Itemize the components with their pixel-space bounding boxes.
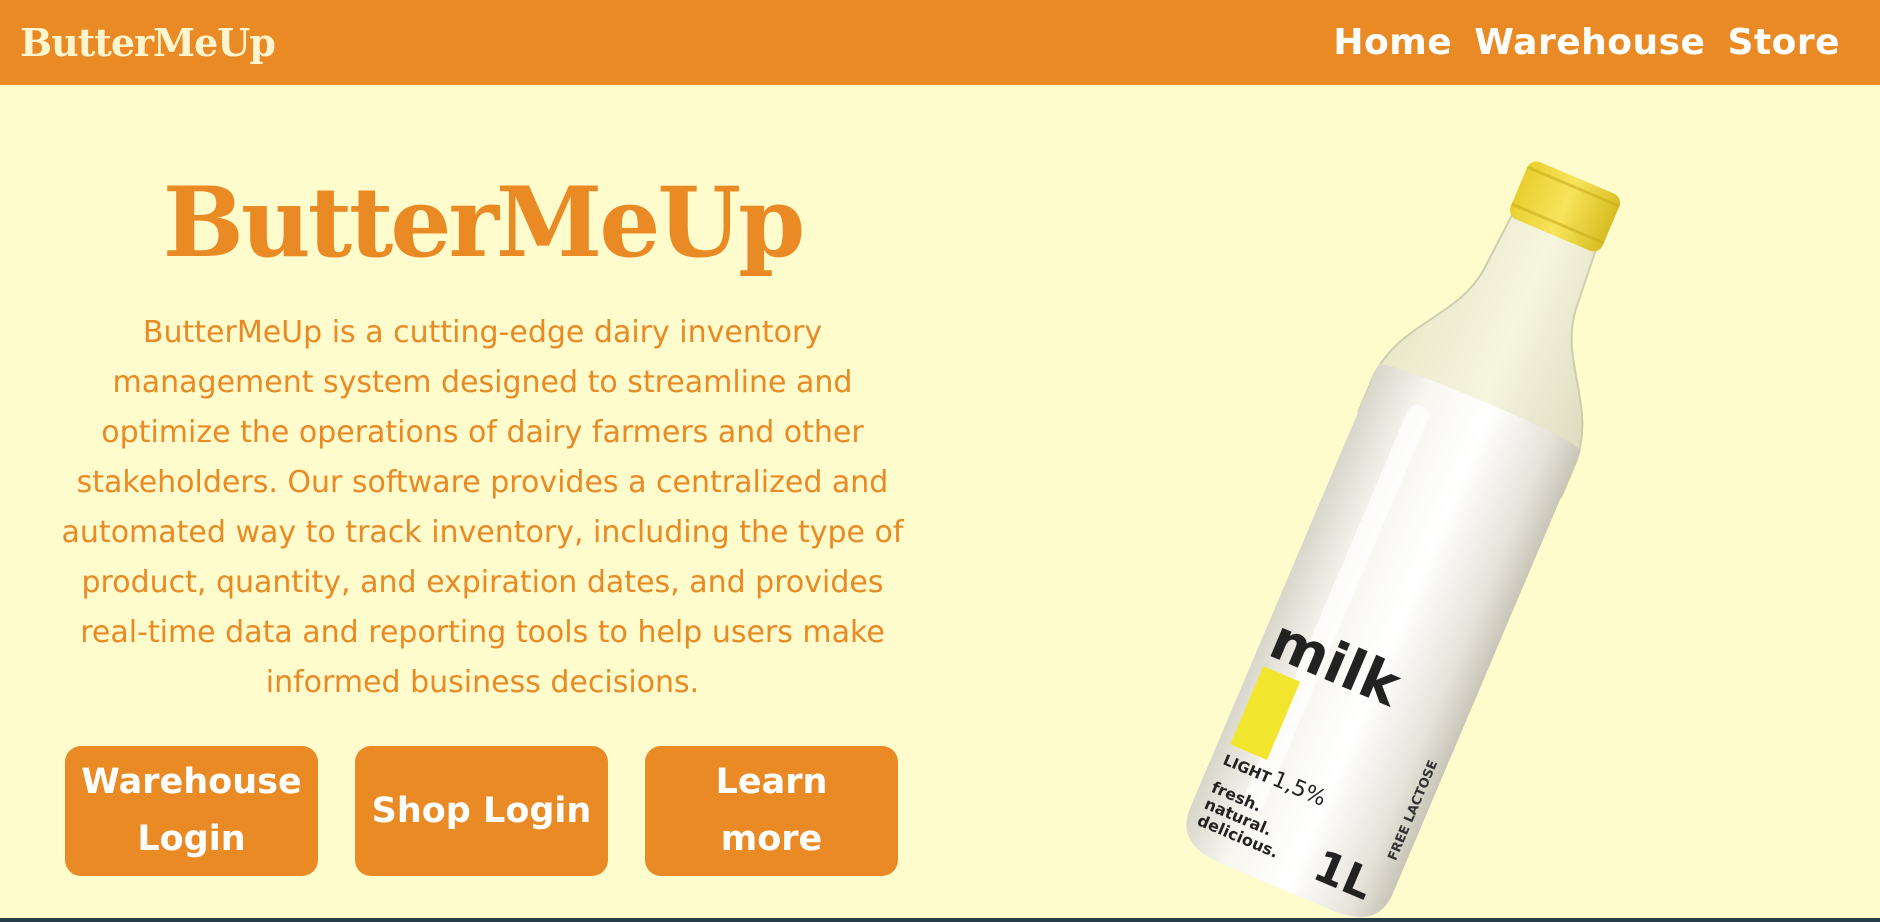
hero-actions: Warehouse Login Shop Login Learn more xyxy=(65,746,898,876)
footer-strip xyxy=(0,918,1880,922)
hero-title: ButterMeUp xyxy=(162,166,805,279)
learn-more-button[interactable]: Learn more xyxy=(645,746,898,876)
nav-link-store[interactable]: Store xyxy=(1727,22,1840,63)
shop-login-button[interactable]: Shop Login xyxy=(355,746,608,876)
brand-logo-link[interactable]: ButterMeUp xyxy=(20,20,276,65)
top-navbar: ButterMeUp Home Warehouse Store xyxy=(0,0,1880,85)
milk-bottle-illustration: milk LIGHT 1,5% fresh. natural. deliciou… xyxy=(1186,161,1621,918)
warehouse-login-button[interactable]: Warehouse Login xyxy=(65,746,318,876)
main-nav: Home Warehouse Store xyxy=(1333,22,1840,63)
hero-description: ButterMeUp is a cutting-edge dairy inven… xyxy=(61,315,904,700)
milk-bottle-image: milk LIGHT 1,5% fresh. natural. deliciou… xyxy=(1130,150,1690,920)
nav-link-home[interactable]: Home xyxy=(1333,22,1452,63)
nav-link-warehouse[interactable]: Warehouse xyxy=(1474,22,1705,63)
